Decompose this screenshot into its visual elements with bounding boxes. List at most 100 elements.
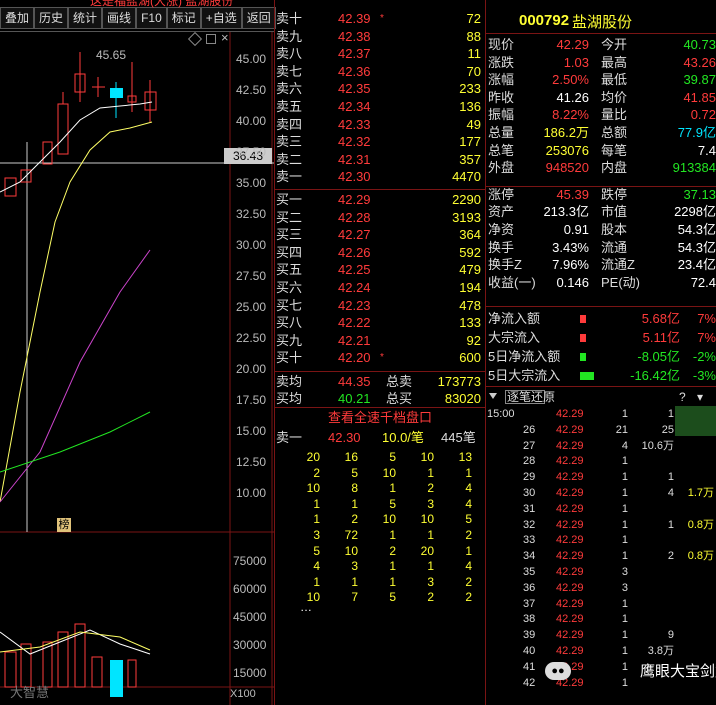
order-volume: 233 — [459, 81, 481, 97]
maximize-icon[interactable] — [206, 34, 216, 44]
order-level: 卖十 — [276, 11, 303, 26]
order-row[interactable]: 买九 42.21 92 — [276, 332, 485, 349]
toolbar-button-0[interactable]: 叠加 — [0, 7, 35, 29]
order-row[interactable]: 卖十 42.39 * 72 — [276, 10, 485, 27]
quote-label: 流通 — [601, 239, 628, 255]
order-row[interactable]: 卖三 42.32 177 — [276, 133, 485, 150]
toolbar-button-5[interactable]: 标记 — [166, 7, 201, 29]
toolbar-button-7[interactable]: 返回 — [241, 7, 276, 29]
flow-pct: -3% — [692, 368, 716, 383]
order-row[interactable]: 买六 42.24 194 — [276, 279, 485, 296]
order-row[interactable]: 买三 42.27 364 — [276, 226, 485, 243]
tick-row: 28 42.29 1 — [486, 454, 716, 470]
order-row[interactable]: 卖八 42.37 11 — [276, 45, 485, 62]
order-volume: 70 — [466, 63, 481, 79]
order-row[interactable]: 买一 42.29 2290 — [276, 191, 485, 208]
queue-row: 3 72 1 1 2 — [278, 528, 484, 544]
tick-time: 33 — [523, 534, 536, 547]
buy-average-row: 买均 40.21 总买 83020 — [276, 391, 481, 406]
tick-time: 41 — [523, 660, 536, 673]
queue-cell: 5 — [465, 512, 472, 527]
order-volume: 478 — [459, 297, 481, 313]
tick-vol: 1 — [667, 471, 674, 484]
quote-value: 213.3亿 — [543, 204, 589, 220]
quote-label: 跌停 — [601, 186, 628, 202]
queue-row: 4 3 1 1 4 — [278, 559, 484, 575]
order-row[interactable]: 买二 42.28 3193 — [276, 209, 485, 226]
queue-cell: 1 — [389, 559, 396, 574]
tick-price: 42.29 — [556, 597, 584, 610]
tick-price: 42.29 — [556, 566, 584, 578]
tick-time: 38 — [523, 613, 536, 626]
quote-label: 每笔 — [601, 142, 628, 158]
order-row[interactable]: 卖七 42.36 70 — [276, 63, 485, 80]
queue-cell: 72 — [344, 528, 358, 542]
wechat-watermark: 鹰眼大宝剑复盘 — [640, 663, 716, 680]
quote-value: 23.4亿 — [677, 257, 716, 273]
toolbar-button-1[interactable]: 历史 — [34, 7, 69, 29]
close-icon[interactable]: × — [221, 30, 229, 45]
help-icon[interactable]: ? — [679, 389, 686, 405]
order-row[interactable]: 卖五 42.34 136 — [276, 98, 485, 115]
queue-cell: 13 — [458, 450, 472, 464]
volume-tick: 60000 — [233, 582, 267, 596]
quote-value: 0.91 — [563, 222, 589, 237]
order-level: 买三 — [276, 227, 303, 243]
tick-price: 42.29 — [556, 439, 584, 452]
tick-header: 逐笔还原 ? ▾ — [487, 389, 716, 405]
order-row[interactable]: 买七 42.23 478 — [276, 297, 485, 314]
quote-label: PE(动) — [601, 274, 641, 290]
tick-vol: 1 — [667, 408, 674, 420]
full-book-link[interactable]: 查看全速千档盘口 — [276, 409, 484, 427]
tick-count: 1 — [621, 676, 628, 689]
queue-row: 1 1 5 3 4 — [278, 497, 484, 513]
toolbar-button-4[interactable]: F10 — [136, 7, 167, 29]
order-row[interactable]: 卖六 42.35 233 — [276, 80, 485, 97]
kline-chart[interactable] — [0, 32, 275, 705]
queue-cell: 1 — [313, 496, 320, 511]
order-row[interactable]: 卖二 42.31 357 — [276, 151, 485, 168]
order-level: 买九 — [276, 332, 303, 348]
volume-tick: 15000 — [233, 666, 267, 680]
queue-cell: 4 — [465, 481, 472, 496]
stock-name: 盐湖股份 — [572, 14, 633, 31]
wechat-icon: ●● — [545, 662, 571, 680]
quote-value: 2298亿 — [674, 204, 716, 220]
toolbar-button-2[interactable]: 统计 — [68, 7, 103, 29]
quote-value: 42.29 — [556, 37, 589, 52]
queue-cell: 1 — [351, 496, 358, 511]
queue-cell: 2 — [427, 590, 434, 605]
tick-row: 40 42.29 1 3.8万 — [486, 644, 716, 660]
quote-label: 股本 — [601, 222, 628, 237]
order-row[interactable]: 买五 42.25 479 — [276, 261, 485, 278]
queue-more[interactable]: … — [300, 600, 312, 614]
quote-label: 换手Z — [488, 257, 522, 273]
collapse-icon[interactable] — [489, 393, 497, 399]
tick-total: 1.7万 — [687, 487, 714, 499]
price-tick: 10.00 — [236, 486, 267, 500]
queue-row: 2 5 10 1 1 — [278, 466, 484, 482]
queue-cell: 1 — [389, 528, 396, 542]
order-price: 42.20 — [338, 350, 371, 366]
order-row[interactable]: 卖一 42.30 4470 — [276, 168, 485, 185]
order-price: 42.38 — [338, 28, 371, 44]
quote-label: 内盘 — [601, 160, 628, 176]
quote-row: 总笔 253076 每笔 7.4 — [488, 142, 716, 160]
tick-count: 3 — [621, 581, 628, 594]
dropdown-icon[interactable]: ▾ — [697, 389, 703, 405]
order-row[interactable]: 卖九 42.38 88 — [276, 28, 485, 45]
toolbar-button-6[interactable]: +自选 — [200, 7, 242, 29]
order-row[interactable]: 买十 42.20 * 600 — [276, 349, 485, 366]
quote-label: 涨跌 — [488, 54, 515, 70]
toolbar-button-3[interactable]: 画线 — [102, 7, 137, 29]
volume-unit: X100 — [230, 688, 256, 700]
order-price: 42.28 — [338, 209, 371, 225]
tick-vol: 25 — [661, 423, 674, 436]
order-row[interactable]: 买八 42.22 133 — [276, 314, 485, 331]
tick-price: 42.29 — [556, 487, 584, 499]
order-row[interactable]: 卖四 42.33 49 — [276, 116, 485, 133]
tick-time: 42 — [523, 676, 536, 689]
order-volume: 136 — [459, 99, 481, 114]
order-row[interactable]: 买四 42.26 592 — [276, 244, 485, 261]
flow-value: 5.68亿 — [641, 311, 680, 326]
